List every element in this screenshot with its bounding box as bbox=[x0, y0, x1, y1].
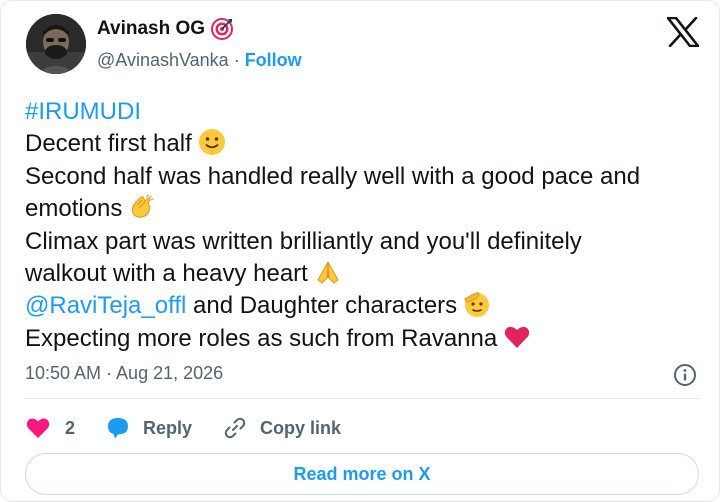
reply-button[interactable]: Reply bbox=[105, 415, 192, 441]
heart-icon bbox=[26, 418, 50, 438]
target-badge-icon bbox=[211, 18, 234, 40]
tweet-line-3: emotions bbox=[25, 195, 123, 223]
slight-smile-emoji-icon bbox=[198, 128, 226, 156]
separator-dot: · bbox=[233, 50, 240, 70]
copy-link-button[interactable]: Copy link bbox=[222, 415, 341, 441]
reply-bubble-icon bbox=[108, 418, 129, 439]
author-name-row: Avinash OG bbox=[97, 18, 234, 40]
folded-hands-emoji-icon bbox=[314, 258, 342, 286]
action-bar: 2 Reply Copy link bbox=[25, 414, 341, 442]
saluting-face-emoji-icon bbox=[463, 290, 491, 318]
author-name[interactable]: Avinash OG bbox=[97, 18, 205, 40]
tweet-line-5: walkout with a heavy heart bbox=[25, 260, 308, 288]
tweet-line-4: Climax part was written brilliantly and … bbox=[25, 227, 582, 255]
mention-link[interactable]: @RaviTeja_offl bbox=[25, 292, 186, 319]
tweet-line-6: and Daughter characters bbox=[186, 292, 458, 320]
avatar[interactable] bbox=[26, 14, 86, 74]
clapping-hands-emoji-icon bbox=[128, 193, 156, 221]
like-button[interactable]: 2 bbox=[25, 415, 75, 441]
read-more-button[interactable]: Read more on X bbox=[25, 453, 699, 495]
follow-button[interactable]: Follow bbox=[245, 50, 302, 71]
tweet-text: #IRUMUDI Decent first half Second half w… bbox=[25, 96, 705, 355]
x-logo-icon[interactable] bbox=[666, 16, 700, 48]
tweet-line-1: Decent first half bbox=[25, 130, 192, 158]
reply-label: Reply bbox=[143, 417, 193, 438]
author-handle[interactable]: @AvinashVanka bbox=[97, 50, 229, 71]
tweet-line-7: Expecting more roles as such from Ravann… bbox=[25, 324, 498, 352]
info-icon[interactable] bbox=[673, 363, 697, 387]
red-heart-emoji-icon bbox=[503, 323, 531, 351]
tweet-line-2: Second half was handled really well with… bbox=[25, 162, 641, 190]
copy-link-label: Copy link bbox=[260, 417, 342, 438]
hashtag-link[interactable]: #IRUMUDI bbox=[25, 98, 141, 125]
divider bbox=[25, 398, 699, 399]
link-icon bbox=[224, 417, 246, 439]
tweet-card: Avinash OG @AvinashVanka · Follow #IRUMU… bbox=[0, 0, 720, 502]
handle-row: @AvinashVanka · Follow bbox=[97, 50, 302, 71]
like-count: 2 bbox=[65, 417, 76, 438]
tweet-timestamp[interactable]: 10:50 AM · Aug 21, 2026 bbox=[25, 363, 223, 384]
